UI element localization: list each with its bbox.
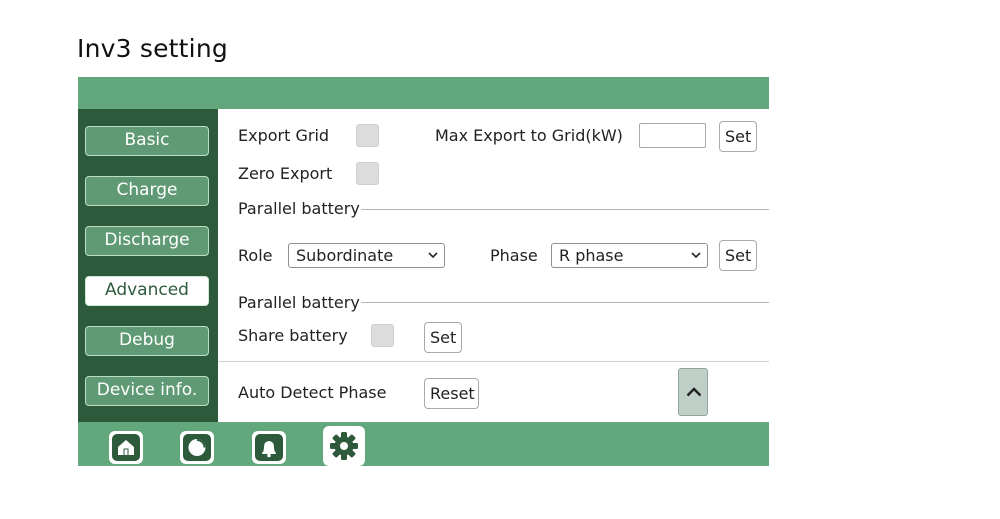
phase-select-value: R phase <box>559 246 624 265</box>
sidebar-item-debug[interactable]: Debug <box>85 326 209 356</box>
top-bar <box>78 77 769 109</box>
parallel-battery-legend: Parallel battery <box>238 199 360 218</box>
fieldset-divider <box>361 209 769 210</box>
sidebar-item-discharge[interactable]: Discharge <box>85 226 209 256</box>
bell-icon[interactable] <box>252 431 286 464</box>
chevron-down-icon <box>428 252 438 259</box>
sidebar-item-device-info[interactable]: Device info. <box>85 376 209 406</box>
phase-set-button[interactable]: Set <box>719 240 757 271</box>
sidebar-item-advanced[interactable]: Advanced <box>85 276 209 306</box>
sidebar: Basic Charge Discharge Advanced Debug De… <box>78 109 218 422</box>
phase-select[interactable]: R phase <box>551 243 708 268</box>
max-export-label: Max Export to Grid(kW) <box>435 126 623 145</box>
zero-export-label: Zero Export <box>238 164 333 183</box>
fieldset-divider <box>361 302 769 303</box>
parallel-battery-legend: Parallel battery <box>238 293 360 312</box>
auto-detect-reset-button[interactable]: Reset <box>424 378 479 409</box>
auto-detect-phase-label: Auto Detect Phase <box>238 383 387 402</box>
export-grid-label: Export Grid <box>238 126 330 145</box>
role-select[interactable]: Subordinate <box>288 243 445 268</box>
sidebar-item-charge[interactable]: Charge <box>85 176 209 206</box>
sidebar-item-basic[interactable]: Basic <box>85 126 209 156</box>
role-label: Role <box>238 246 273 265</box>
share-battery-set-button[interactable]: Set <box>424 322 462 353</box>
page-title: Inv3 setting <box>77 34 228 63</box>
chevron-down-icon <box>691 252 701 259</box>
scroll-up-button[interactable] <box>678 368 708 416</box>
max-export-set-button[interactable]: Set <box>719 121 757 152</box>
gear-icon[interactable] <box>323 426 365 466</box>
pie-chart-icon[interactable] <box>180 431 214 464</box>
device-screen: Basic Charge Discharge Advanced Debug De… <box>78 77 769 466</box>
chevron-up-icon <box>686 387 702 397</box>
role-select-value: Subordinate <box>296 246 394 265</box>
share-battery-checkbox[interactable] <box>371 324 394 347</box>
section-divider <box>218 361 769 362</box>
zero-export-checkbox[interactable] <box>356 162 379 185</box>
phase-label: Phase <box>490 246 538 265</box>
max-export-input[interactable] <box>639 123 706 148</box>
home-icon[interactable] <box>109 431 143 464</box>
share-battery-label: Share battery <box>238 326 348 345</box>
export-grid-checkbox[interactable] <box>356 124 379 147</box>
